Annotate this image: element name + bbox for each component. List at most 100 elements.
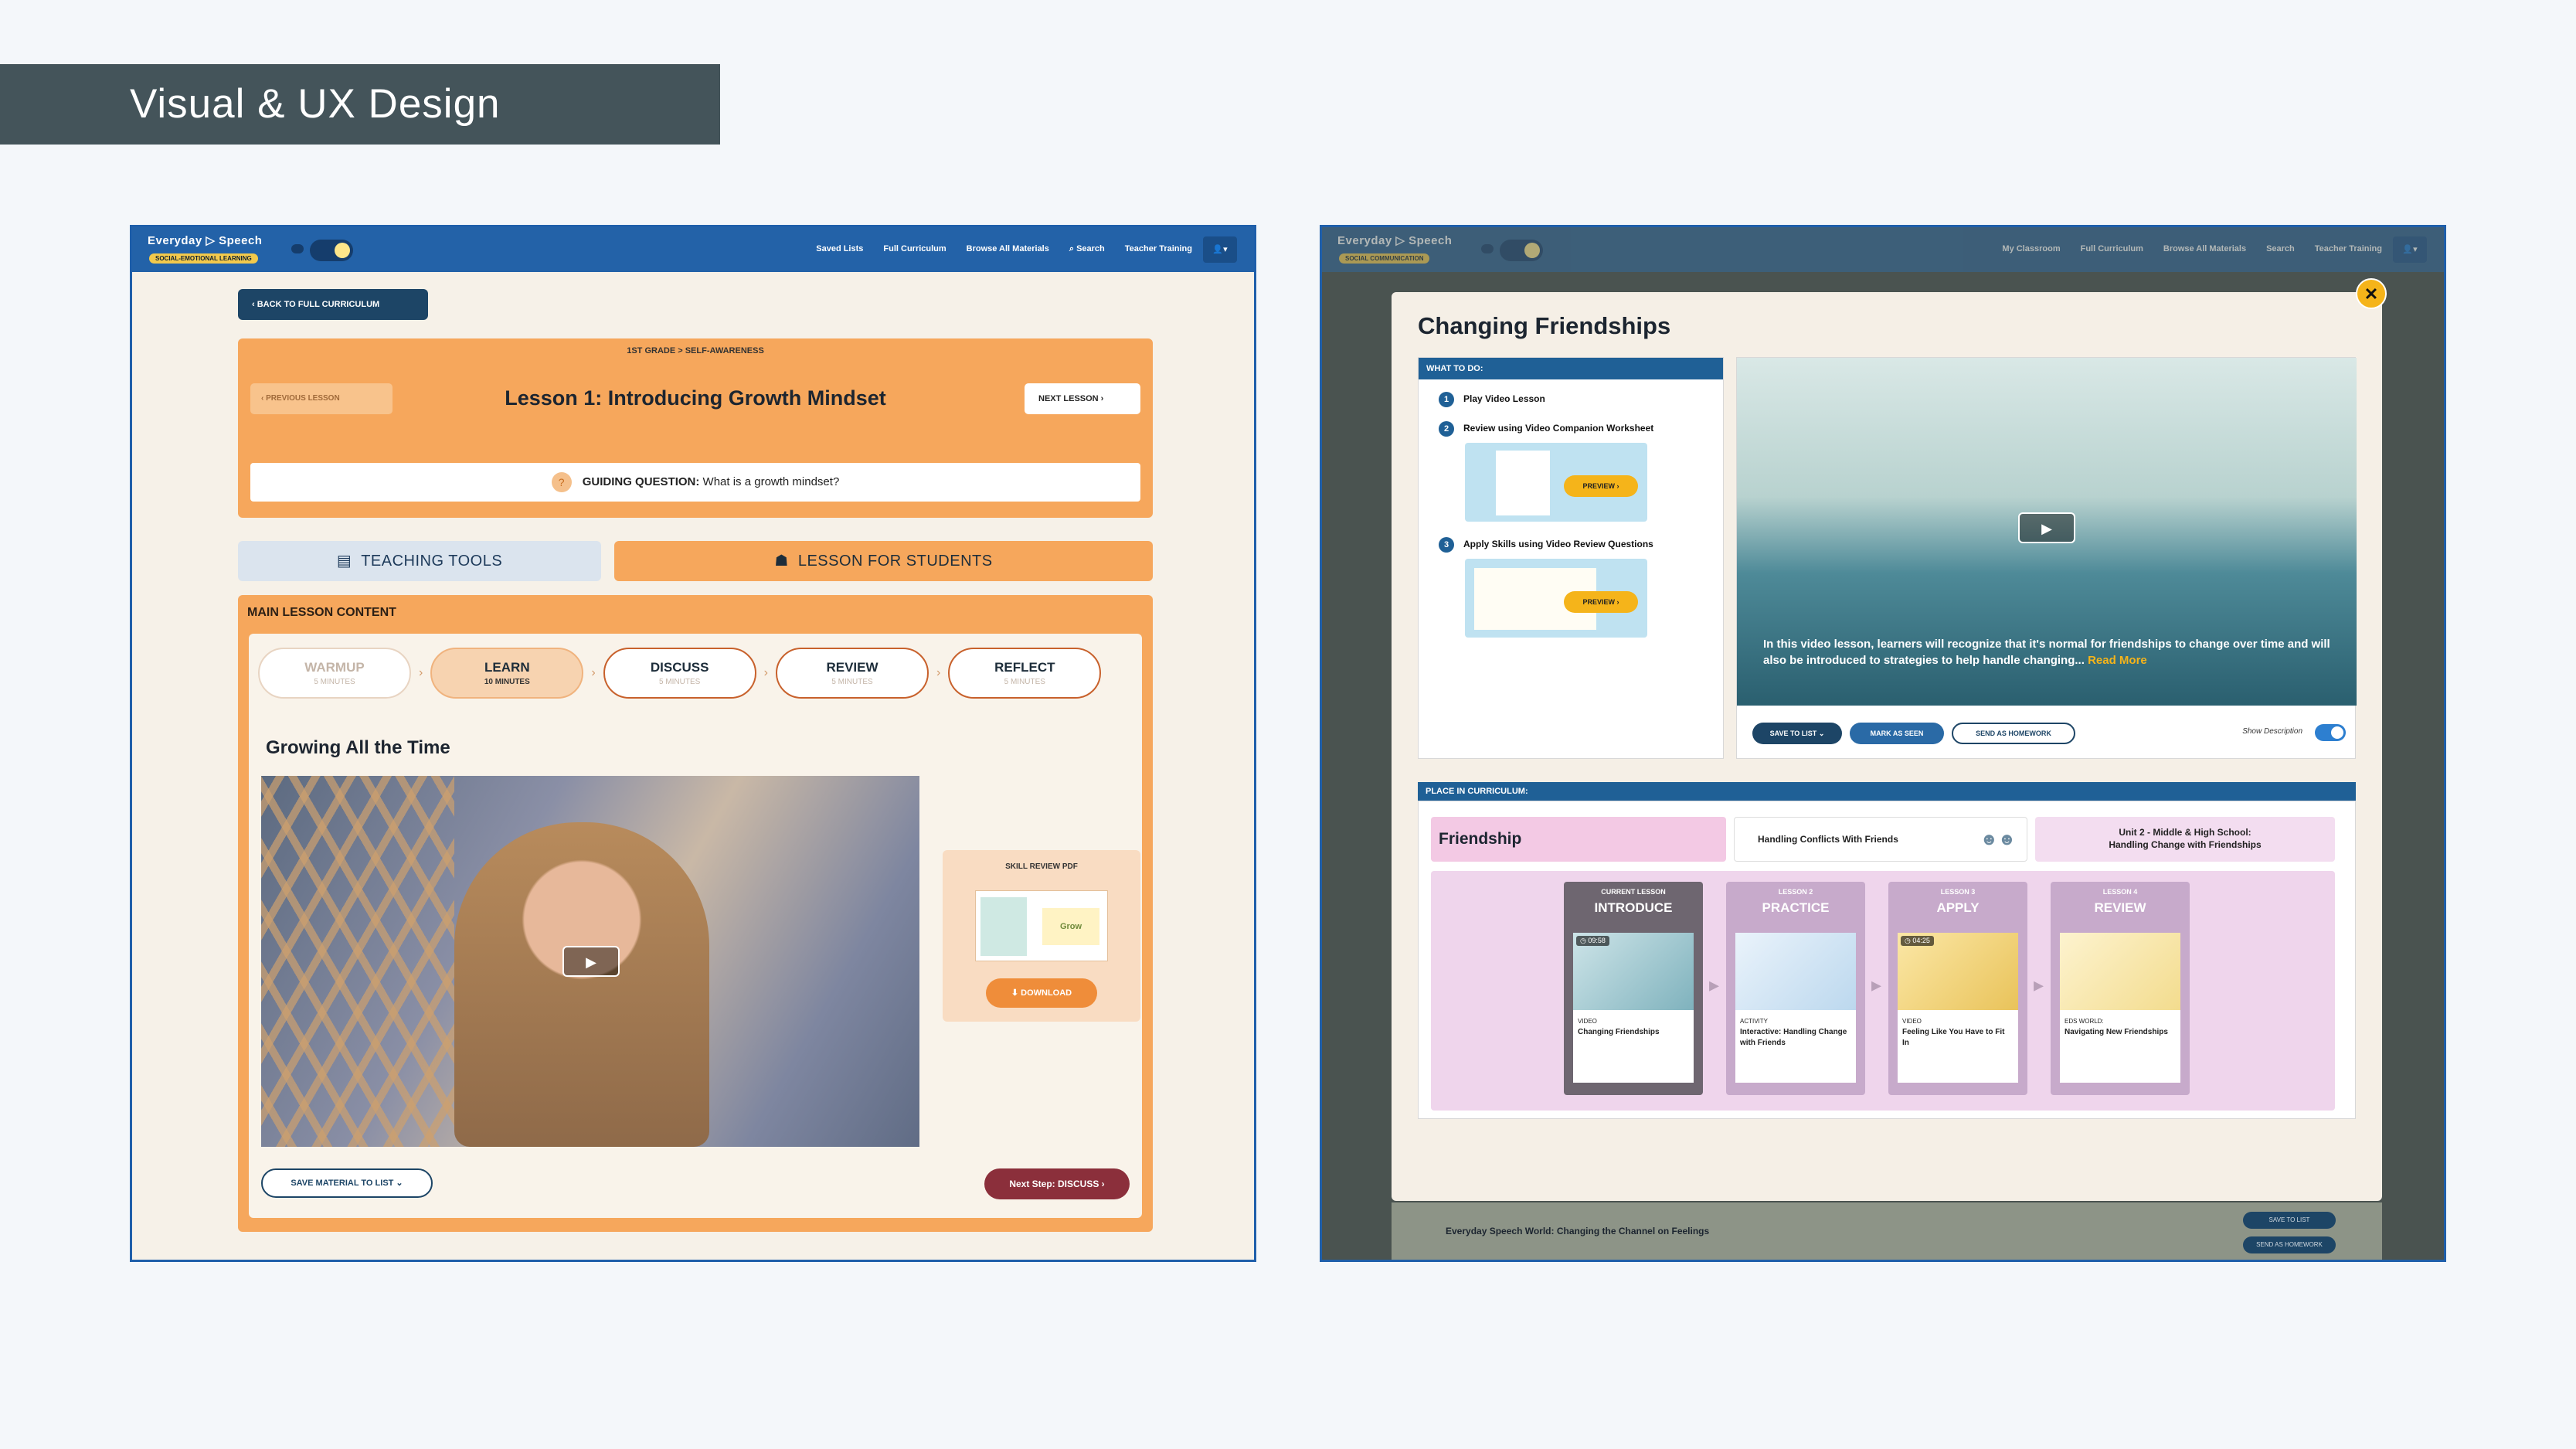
breadcrumb-friendship[interactable]: Friendship bbox=[1431, 817, 1726, 862]
breadcrumb-unit[interactable]: Unit 2 - Middle & High School: Handling C… bbox=[2035, 817, 2335, 862]
save-to-list-button[interactable]: SAVE TO LIST ⌄ bbox=[1752, 723, 1842, 744]
worksheet-page bbox=[1496, 451, 1550, 515]
arrow-right-icon: ▸ bbox=[2034, 973, 2044, 996]
chevron-right-icon: › bbox=[1098, 394, 1104, 403]
brand-subtitle: SOCIAL-EMOTIONAL LEARNING bbox=[149, 253, 258, 264]
tab-teaching-tools[interactable]: ▤ TEACHING TOOLS bbox=[238, 541, 601, 581]
video-player[interactable]: ▶ In this video lesson, learners will re… bbox=[1737, 358, 2357, 706]
lesson-page-screenshot: Everyday ▷ Speech SOCIAL-EMOTIONAL LEARN… bbox=[130, 225, 1256, 1262]
show-description-toggle[interactable] bbox=[2315, 724, 2346, 741]
read-more-link[interactable]: Read More bbox=[2088, 654, 2147, 667]
user-icon: 👤▾ bbox=[2402, 245, 2418, 254]
send-as-homework-button[interactable]: SEND AS HOMEWORK bbox=[1952, 723, 2075, 744]
place-in-curriculum-panel: Friendship Handling Conflicts With Frien… bbox=[1418, 801, 2356, 1119]
arrow-right-icon: ▸ bbox=[1709, 973, 1720, 996]
modal-title: Changing Friendships bbox=[1418, 312, 1671, 339]
video-player[interactable]: ▶ bbox=[261, 776, 919, 1147]
nav-search: Search bbox=[2266, 244, 2295, 253]
background-list-title: Everyday Speech World: Changing the Chan… bbox=[1446, 1226, 1710, 1236]
nav-teacher-training[interactable]: Teacher Training bbox=[1125, 244, 1192, 254]
pdf-thumbnail[interactable]: Grow bbox=[975, 890, 1108, 961]
download-icon: ⬇ bbox=[1011, 988, 1021, 998]
step-learn[interactable]: LEARN 10 MINUTES bbox=[430, 648, 584, 699]
step-warmup[interactable]: WARMUP 5 MINUTES bbox=[258, 648, 411, 699]
lesson-sequence: CURRENT LESSON INTRODUCE ◷ 09:58 VIDEO Ch… bbox=[1431, 871, 2335, 1111]
mark-as-seen-button[interactable]: MARK AS SEEN bbox=[1850, 723, 1944, 744]
top-nav: Everyday ▷ Speech SOCIAL-EMOTIONAL LEARN… bbox=[132, 227, 1254, 272]
preview-button[interactable]: PREVIEW › bbox=[1564, 591, 1638, 613]
lesson-card-info: ACTIVITY Interactive: Handling Change wit… bbox=[1735, 1010, 1856, 1083]
nav-saved-lists[interactable]: Saved Lists bbox=[816, 244, 863, 254]
nav-my-classroom: My Classroom bbox=[2002, 244, 2061, 253]
play-icon[interactable]: ▶ bbox=[562, 946, 620, 977]
question-bubble-icon: ? bbox=[551, 472, 572, 493]
chevron-down-icon: ⌄ bbox=[393, 1179, 403, 1188]
sun-icon bbox=[335, 243, 350, 258]
chevron-down-icon: ⌄ bbox=[1816, 730, 1825, 737]
video-description: In this video lesson, learners will reco… bbox=[1763, 638, 2330, 667]
close-icon[interactable]: ✕ bbox=[2356, 278, 2387, 309]
lesson-card-current[interactable]: CURRENT LESSON INTRODUCE ◷ 09:58 VIDEO Ch… bbox=[1564, 882, 1703, 1095]
theme-toggle[interactable] bbox=[310, 240, 353, 261]
chevron-left-icon: ‹ bbox=[252, 300, 257, 309]
next-step-button[interactable]: Next Step: DISCUSS › bbox=[984, 1168, 1130, 1199]
step-reflect[interactable]: REFLECT 5 MINUTES bbox=[948, 648, 1102, 699]
nav-full-curriculum[interactable]: Full Curriculum bbox=[883, 244, 946, 254]
lesson-card-info: VIDEO Changing Friendships bbox=[1573, 1010, 1694, 1083]
worksheet-thumbnail[interactable]: PREVIEW › bbox=[1465, 443, 1647, 522]
chevron-right-icon: › bbox=[763, 666, 768, 679]
save-material-button[interactable]: SAVE MATERIAL TO LIST ⌄ bbox=[261, 1168, 433, 1198]
chevron-right-icon: › bbox=[1099, 1179, 1105, 1189]
duration-badge: ◷ 09:58 bbox=[1576, 936, 1609, 946]
students-icon: ☗ bbox=[774, 553, 789, 570]
speech-bubble-icon bbox=[291, 244, 304, 253]
todo-item: 3 Apply Skills using Video Review Questio… bbox=[1439, 537, 1653, 553]
lesson-card-info: EDS WORLD: Navigating New Friendships bbox=[2060, 1010, 2180, 1083]
breadcrumb-handling-conflicts[interactable]: Handling Conflicts With Friends ☻☻ bbox=[1734, 817, 2027, 862]
lesson-thumbnail bbox=[1735, 933, 1856, 1010]
nav-search[interactable]: ⌕ Search bbox=[1069, 244, 1105, 254]
video-lesson-panel: ▶ In this video lesson, learners will re… bbox=[1736, 357, 2357, 759]
user-menu-button[interactable]: 👤▾ bbox=[1203, 236, 1237, 263]
tab-lesson-for-students[interactable]: ☗ LESSON FOR STUDENTS bbox=[614, 541, 1153, 581]
lesson-thumbnail bbox=[2060, 933, 2180, 1010]
main-content-label: MAIN LESSON CONTENT bbox=[247, 606, 396, 619]
chevron-right-icon: › bbox=[591, 666, 596, 679]
preview-button[interactable]: PREVIEW › bbox=[1564, 475, 1638, 497]
user-icon: 👤▾ bbox=[1212, 245, 1228, 254]
lesson-steps: WARMUP 5 MINUTES › LEARN 10 MINUTES › DISC… bbox=[258, 646, 1133, 700]
background-send-button: SEND AS HOMEWORK bbox=[2243, 1236, 2336, 1253]
brand-logo[interactable]: Everyday ▷ Speech bbox=[148, 233, 262, 247]
pdf-label: SKILL REVIEW PDF bbox=[1005, 862, 1078, 871]
nav-browse-materials: Browse All Materials bbox=[2163, 244, 2247, 253]
skill-review-pdf-card: SKILL REVIEW PDF Grow ⬇ DOWNLOAD bbox=[943, 850, 1140, 1022]
video-thumbnail-girl bbox=[454, 822, 709, 1147]
step-review[interactable]: REVIEW 5 MINUTES bbox=[775, 648, 929, 699]
what-to-do-panel: WHAT TO DO: 1 Play Video Lesson 2 Review u… bbox=[1418, 357, 1724, 759]
place-in-curriculum-header: PLACE IN CURRICULUM: bbox=[1418, 782, 2356, 801]
lesson-card-info: VIDEO Feeling Like You Have to Fit In bbox=[1898, 1010, 2018, 1083]
download-button[interactable]: ⬇ DOWNLOAD bbox=[986, 978, 1097, 1008]
nav-browse-materials[interactable]: Browse All Materials bbox=[967, 244, 1049, 254]
chevron-right-icon: › bbox=[419, 666, 423, 679]
main-lesson-content: MAIN LESSON CONTENT WARMUP 5 MINUTES › LE… bbox=[238, 595, 1153, 1232]
chevron-right-icon: › bbox=[936, 666, 941, 679]
user-menu-button: 👤▾ bbox=[2393, 236, 2427, 263]
top-nav-dimmed: Everyday ▷ Speech SOCIAL COMMUNICATION M… bbox=[1322, 227, 2444, 272]
next-lesson-button[interactable]: NEXT LESSON › bbox=[1025, 383, 1140, 414]
lesson-panel: WARMUP 5 MINUTES › LEARN 10 MINUTES › DISC… bbox=[249, 634, 1142, 1218]
sun-icon bbox=[1524, 243, 1540, 258]
nav-full-curriculum: Full Curriculum bbox=[2080, 244, 2143, 253]
step-discuss[interactable]: DISCUSS 5 MINUTES bbox=[603, 648, 756, 699]
section-title: Growing All the Time bbox=[266, 737, 450, 758]
back-to-curriculum-button[interactable]: ‹ BACK TO FULL CURRICULUM bbox=[238, 289, 428, 320]
review-questions-thumbnail[interactable]: PREVIEW › bbox=[1465, 559, 1647, 638]
lesson-card-3[interactable]: LESSON 3 APPLY ◷ 04:25 VIDEO Feeling Like… bbox=[1888, 882, 2027, 1095]
lesson-card-2[interactable]: LESSON 2 PRACTICE ACTIVITY Interactive: H… bbox=[1726, 882, 1865, 1095]
play-icon[interactable]: ▶ bbox=[2018, 512, 2075, 543]
lesson-card-4[interactable]: LESSON 4 REVIEW EDS WORLD: Navigating New… bbox=[2051, 882, 2190, 1095]
document-icon: ▤ bbox=[336, 553, 352, 570]
brand-subtitle: SOCIAL COMMUNICATION bbox=[1339, 253, 1430, 264]
arrow-right-icon: ▸ bbox=[1871, 973, 1882, 996]
todo-item: 1 Play Video Lesson bbox=[1439, 392, 1545, 407]
